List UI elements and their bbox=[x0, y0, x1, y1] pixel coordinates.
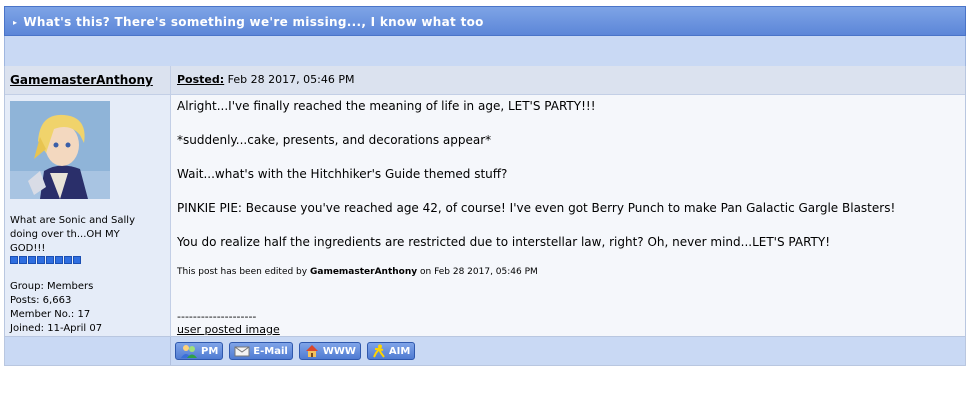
contact-buttons: PM E-Mail WWW AIM bbox=[171, 337, 965, 365]
edited-note: This post has been edited by GamemasterA… bbox=[177, 267, 959, 277]
post-paragraph: You do realize half the ingredients are … bbox=[177, 235, 831, 249]
rank-pip bbox=[37, 256, 45, 264]
pm-label: PM bbox=[201, 345, 219, 357]
rank-pip bbox=[28, 256, 36, 264]
arrow-right-icon: ▸ bbox=[13, 18, 18, 27]
author-header: GamemasterAnthony bbox=[5, 66, 170, 95]
rank-pip bbox=[55, 256, 63, 264]
edited-prefix: This post has been edited by bbox=[177, 267, 308, 277]
post-author-panel: GamemasterAnthony What are Sonic and Sal… bbox=[5, 66, 171, 336]
rank-pip bbox=[46, 256, 54, 264]
post-paragraph: *suddenly...cake, presents, and decorati… bbox=[177, 133, 492, 147]
signature-divider: -------------------- bbox=[177, 310, 257, 323]
stat-joined: Joined: 11-April 07 bbox=[10, 323, 103, 334]
envelope-icon bbox=[234, 346, 250, 357]
user-title-line: doing over th...OH MY bbox=[10, 229, 120, 240]
post-paragraph: PINKIE PIE: Because you've reached age 4… bbox=[177, 201, 896, 215]
topic-title-bar: ▸ What's this? There's something we're mi… bbox=[4, 6, 966, 36]
post-paragraph: Wait...what's with the Hitchhiker's Guid… bbox=[177, 167, 508, 181]
topic-title: What's this? There's something we're mis… bbox=[23, 15, 484, 29]
stat-posts: Posts: 6,663 bbox=[10, 295, 72, 306]
forum-post-frame: ▸ What's this? There's something we're mi… bbox=[4, 6, 966, 402]
email-button[interactable]: E-Mail bbox=[229, 342, 293, 360]
post-content-panel: Posted: Feb 28 2017, 05:46 PM Alright...… bbox=[171, 66, 965, 336]
post-body: Alright...I've finally reached the meani… bbox=[171, 95, 965, 336]
post-header: Posted: Feb 28 2017, 05:46 PM bbox=[171, 66, 965, 95]
home-icon bbox=[305, 345, 318, 357]
posted-date: Feb 28 2017, 05:46 PM bbox=[227, 73, 355, 86]
post-paragraph: Alright...I've finally reached the meani… bbox=[177, 99, 596, 113]
email-label: E-Mail bbox=[253, 345, 288, 357]
signature: -------------------- user posted image bbox=[177, 310, 959, 336]
signature-image-link[interactable]: user posted image bbox=[177, 323, 959, 336]
user-stats: Group: Members Posts: 6,663 Member No.: … bbox=[5, 280, 170, 336]
author-username[interactable]: GamemasterAnthony bbox=[10, 73, 153, 87]
rank-pips bbox=[10, 256, 170, 264]
topic-subbar bbox=[4, 36, 966, 66]
www-label: WWW bbox=[322, 345, 356, 357]
stat-member-no: Member No.: 17 bbox=[10, 309, 91, 320]
pm-button[interactable]: PM bbox=[175, 342, 224, 360]
post-footer: PM E-Mail WWW AIM bbox=[4, 337, 966, 366]
aim-runner-icon bbox=[373, 344, 385, 358]
www-button[interactable]: WWW bbox=[298, 342, 361, 360]
posted-label[interactable]: Posted: bbox=[177, 73, 224, 86]
edited-suffix: on Feb 28 2017, 05:46 PM bbox=[420, 267, 538, 277]
stat-group: Group: Members bbox=[10, 281, 94, 292]
rank-pip bbox=[64, 256, 72, 264]
edited-by: GamemasterAnthony bbox=[309, 267, 418, 277]
avatar bbox=[10, 101, 110, 199]
aim-label: AIM bbox=[388, 345, 411, 357]
rank-pip bbox=[19, 256, 27, 264]
user-title: What are Sonic and Sally doing over th..… bbox=[5, 202, 170, 256]
user-title-line: GOD!!! bbox=[10, 243, 46, 254]
footer-left bbox=[5, 337, 171, 365]
rank-pip bbox=[73, 256, 81, 264]
post-container: GamemasterAnthony What are Sonic and Sal… bbox=[4, 66, 966, 337]
aim-button[interactable]: AIM bbox=[366, 342, 416, 360]
rank-pip bbox=[10, 256, 18, 264]
people-icon bbox=[181, 345, 197, 358]
user-title-line: What are Sonic and Sally bbox=[10, 215, 136, 226]
